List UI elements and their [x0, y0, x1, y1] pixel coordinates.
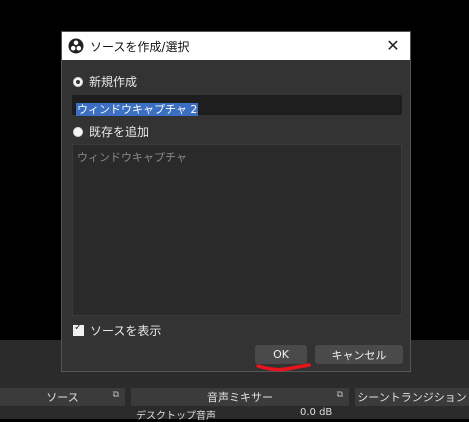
transitions-header-label: シーントランジション [357, 391, 467, 404]
mixer-channel-name: デスクトップ音声 [136, 411, 216, 422]
show-source-label: ソースを表示 [90, 324, 162, 338]
create-new-radio[interactable] [73, 76, 83, 87]
show-source-option[interactable]: ソースを表示 [73, 322, 161, 339]
dialog-titlebar[interactable]: ソースを作成/選択 ✕ [62, 32, 410, 60]
cancel-button[interactable]: キャンセル [315, 345, 403, 364]
close-icon[interactable]: ✕ [384, 36, 402, 55]
sources-header-label: ソース [46, 391, 79, 404]
mixer-header-label: 音声ミキサー [207, 391, 273, 404]
transitions-dock-header: シーントランジション [355, 388, 469, 406]
list-item[interactable]: ウィンドウキャプチャ [77, 149, 397, 165]
show-source-checkbox[interactable] [73, 322, 84, 336]
add-existing-radio[interactable] [73, 126, 83, 137]
create-new-label: 新規作成 [89, 75, 138, 89]
sources-dock-header: ソース ⧉ [0, 388, 125, 406]
obs-logo-icon [68, 38, 84, 54]
mixer-channel-level: 0.0 dB [300, 407, 333, 418]
red-underline-annotation [256, 363, 311, 372]
dialog-title: ソースを作成/選択 [90, 39, 190, 54]
existing-sources-list[interactable]: ウィンドウキャプチャ [72, 144, 402, 316]
new-source-name-text: ウィンドウキャプチャ 2 [76, 103, 199, 116]
add-existing-option[interactable]: 既存を追加 [73, 123, 149, 140]
mixer-dock-header: 音声ミキサー ⧉ [131, 388, 349, 406]
create-select-source-dialog: ソースを作成/選択 ✕ 新規作成 ウィンドウキャプチャ 2 既存を追加 ウィンド… [61, 31, 411, 372]
undock-icon[interactable]: ⧉ [337, 390, 343, 400]
add-existing-label: 既存を追加 [89, 125, 150, 139]
undock-icon[interactable]: ⧉ [113, 390, 119, 400]
create-new-option[interactable]: 新規作成 [73, 73, 137, 90]
new-source-name-input[interactable]: ウィンドウキャプチャ 2 [72, 95, 402, 116]
